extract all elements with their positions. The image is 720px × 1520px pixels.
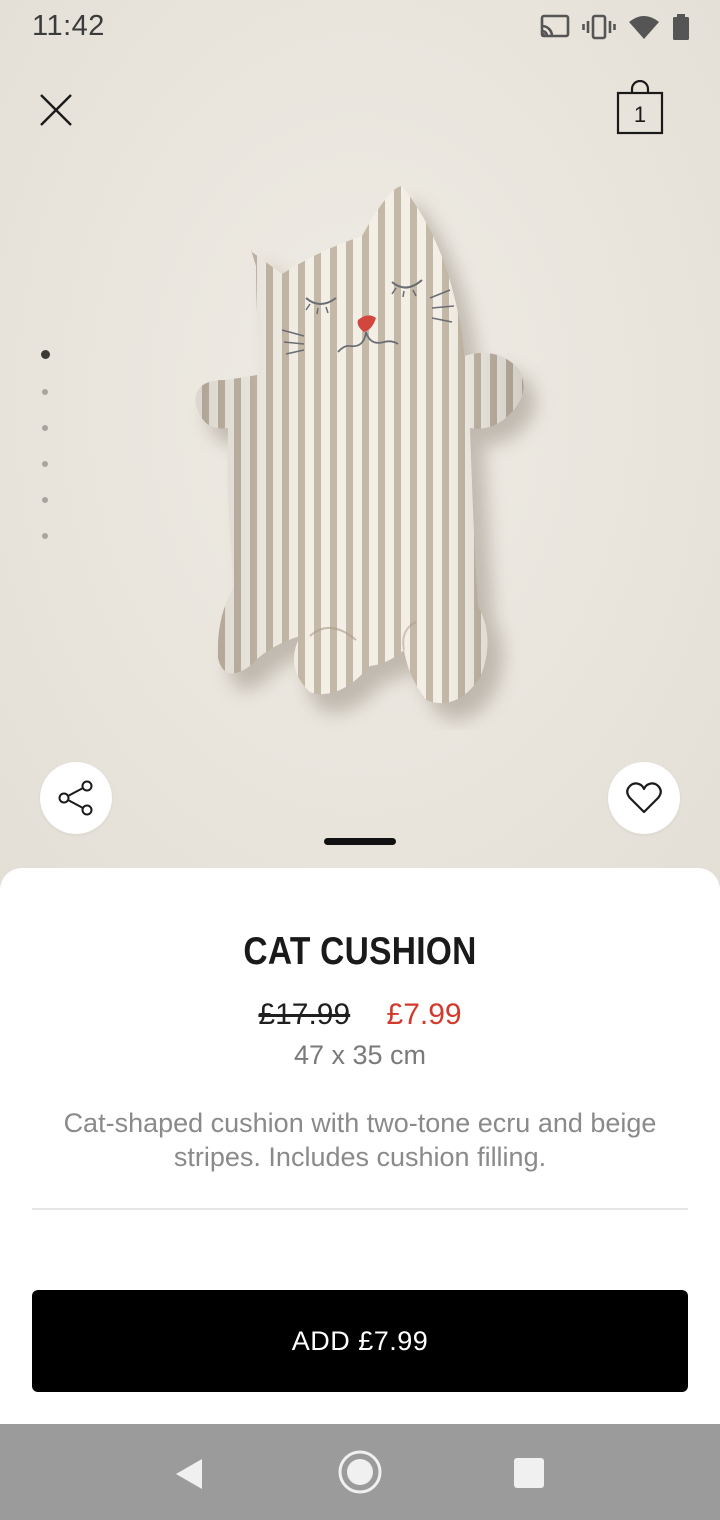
gallery-dot[interactable] xyxy=(42,461,48,467)
product-details-sheet: CAT CUSHION £17.99 £7.99 47 x 35 cm Cat-… xyxy=(0,868,720,1424)
sale-price: £7.99 xyxy=(386,998,462,1031)
divider xyxy=(32,1208,688,1210)
status-icons xyxy=(540,10,690,44)
product-image[interactable] xyxy=(170,170,560,730)
gallery-dot[interactable] xyxy=(41,350,50,359)
shopping-bag-button[interactable]: 1 xyxy=(608,80,672,144)
gallery-dot[interactable] xyxy=(42,533,48,539)
wifi-icon xyxy=(629,16,659,39)
add-to-bag-button[interactable]: ADD £7.99 xyxy=(32,1290,688,1392)
heart-icon xyxy=(626,782,662,814)
bag-count: 1 xyxy=(633,102,647,127)
product-title: CAT CUSHION xyxy=(243,930,477,973)
close-button[interactable] xyxy=(28,82,84,138)
gallery-dot[interactable] xyxy=(42,497,48,503)
original-price: £17.99 xyxy=(258,998,351,1031)
sheet-drag-handle[interactable] xyxy=(324,838,396,845)
vibrate-icon xyxy=(582,14,616,40)
gallery-pagination xyxy=(41,350,54,569)
gallery-dot[interactable] xyxy=(42,389,48,395)
home-icon[interactable] xyxy=(336,1448,384,1496)
share-button[interactable] xyxy=(40,762,112,834)
recents-icon[interactable] xyxy=(512,1456,546,1490)
price-row: £17.99 £7.99 xyxy=(0,998,720,1032)
back-icon[interactable] xyxy=(170,1454,210,1494)
status-bar: 11:42 xyxy=(0,0,720,56)
close-icon xyxy=(40,94,72,126)
status-time: 11:42 xyxy=(32,10,105,42)
cast-icon xyxy=(540,14,570,38)
system-nav-bar xyxy=(0,1424,720,1520)
gallery-dot[interactable] xyxy=(42,425,48,431)
product-hero: 11:42 1 xyxy=(0,0,720,900)
product-dimensions: 47 x 35 cm xyxy=(293,1040,427,1070)
battery-icon xyxy=(673,14,689,40)
product-description: Cat-shaped cushion with two-tone ecru an… xyxy=(63,1108,657,1172)
favorite-button[interactable] xyxy=(608,762,680,834)
share-icon xyxy=(58,780,93,816)
